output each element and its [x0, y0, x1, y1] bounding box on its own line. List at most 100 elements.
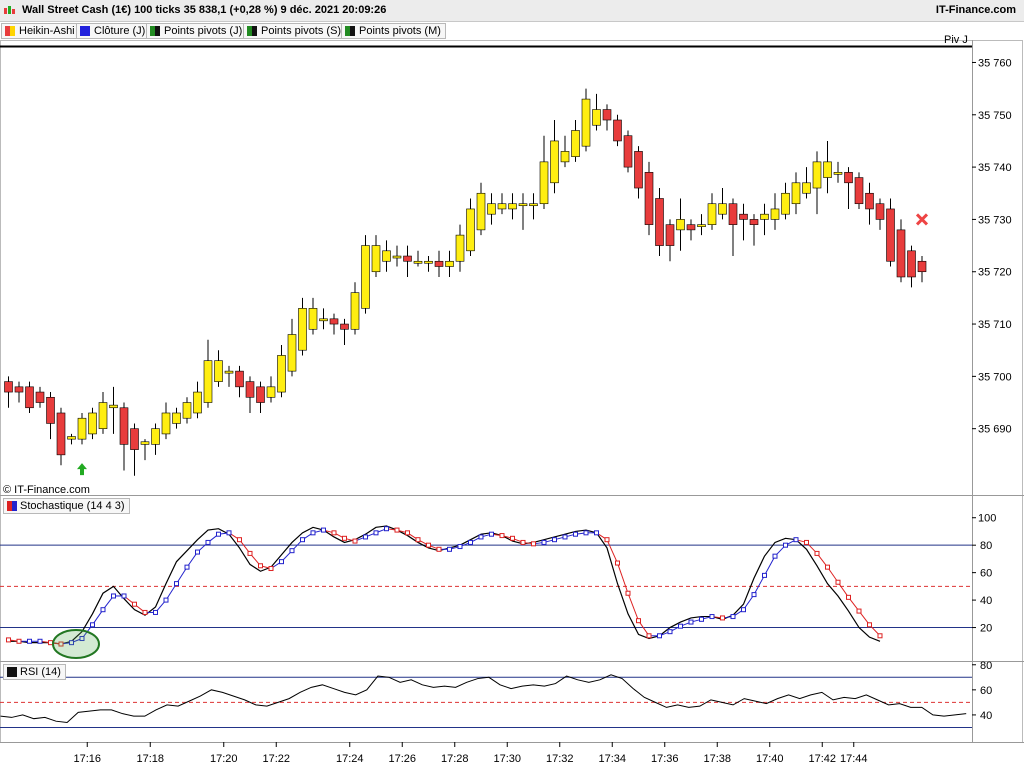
heikin-ashi-candle — [98, 402, 108, 429]
legend-close-daily[interactable]: Clôture (J) — [76, 23, 151, 39]
heikin-ashi-candle — [67, 436, 76, 440]
rsi-swatch-icon — [7, 667, 17, 677]
rsi-title: RSI (14) — [20, 666, 61, 678]
heikin-ashi-candle — [623, 135, 633, 168]
heikin-ashi-candle — [791, 182, 801, 205]
heikin-ashi-candle — [676, 219, 685, 231]
heikin-ashi-candle — [340, 323, 349, 330]
time-tick-label: 17:26 — [388, 753, 416, 765]
stochastic-d-point — [153, 609, 158, 615]
stochastic-d-point — [111, 593, 116, 599]
legend-label: Points pivots (M) — [359, 25, 441, 37]
heikin-ashi-candle — [413, 260, 423, 264]
legend-label: Heikin-Ashi — [19, 25, 75, 37]
heikin-ashi-candle — [550, 140, 559, 184]
stochastic-d-point — [27, 638, 32, 644]
heikin-ashi-candle — [665, 224, 675, 246]
stochastic-d-point — [90, 622, 95, 628]
stochastic-d-point — [489, 531, 494, 537]
heikin-ashi-swatch-icon — [5, 26, 15, 36]
stochastic-d-point — [415, 537, 421, 543]
stochastic-d-point — [195, 549, 200, 555]
heikin-ashi-candle — [161, 412, 171, 435]
heikin-ashi-candle — [214, 360, 223, 382]
heikin-ashi-candle — [518, 203, 528, 207]
stochastic-d-point — [835, 579, 841, 585]
stochastic-d-point — [321, 527, 326, 533]
indicator-legend-bar: Heikin-Ashi Clôture (J) Points pivots (J… — [0, 22, 1024, 40]
stochastic-title: Stochastique (14 4 3) — [20, 500, 125, 512]
heikin-ashi-candle — [392, 255, 402, 259]
heikin-ashi-candle — [350, 292, 360, 330]
stochastic-panel-label[interactable]: Stochastique (14 4 3) — [3, 498, 130, 514]
stochastic-d-point — [657, 633, 662, 639]
stochastic-d-point — [310, 530, 316, 536]
stochastic-d-point — [772, 553, 778, 559]
heikin-ashi-candle — [602, 109, 612, 121]
legend-label: Points pivots (S) — [261, 25, 342, 37]
heikin-ashi-candle — [287, 334, 297, 372]
heikin-ashi-candle — [466, 208, 475, 252]
sell-signal-cross-icon — [915, 213, 929, 226]
heikin-ashi-candle — [760, 213, 769, 220]
stochastic-d-point — [142, 609, 148, 615]
heikin-ashi-candle — [382, 250, 391, 262]
brand-label: IT-Finance.com — [935, 4, 1016, 16]
heikin-ashi-candle — [497, 203, 507, 210]
window-title: Wall Street Cash (1€) 100 ticks 35 838,1… — [22, 4, 387, 16]
heikin-ashi-candle — [581, 98, 591, 147]
stochastic-tick-label: 20 — [980, 623, 992, 635]
price-tick-label: 35 760 — [978, 57, 1012, 69]
rsi-tick-label: 80 — [980, 660, 992, 672]
stochastic-tick-label: 80 — [980, 540, 992, 552]
heikin-ashi-candle — [298, 308, 307, 351]
legend-pivots-monthly[interactable]: Points pivots (M) — [341, 23, 446, 39]
stochastic-d-point — [856, 608, 862, 614]
heikin-ashi-candle — [896, 229, 906, 278]
time-tick-label: 17:40 — [756, 753, 784, 765]
heikin-ashi-candle — [245, 381, 255, 398]
heikin-ashi-candle — [508, 203, 517, 210]
heikin-ashi-candle — [140, 441, 150, 445]
heikin-ashi-candle — [833, 172, 843, 175]
stochastic-tick-label: 40 — [980, 595, 992, 607]
stochastic-d-point — [436, 546, 442, 552]
heikin-ashi-candle — [424, 260, 433, 264]
stochastic-d-point — [804, 539, 809, 545]
heikin-ashi-candle — [886, 208, 895, 262]
heikin-ashi-candle — [256, 386, 265, 403]
stochastic-d-point — [205, 539, 211, 545]
stochastic-d-point — [258, 563, 263, 569]
stochastic-d-point — [636, 618, 641, 624]
time-tick-label: 17:36 — [651, 753, 679, 765]
legend-heikin-ashi[interactable]: Heikin-Ashi — [1, 23, 80, 39]
stochastic-d-point — [783, 542, 788, 548]
heikin-ashi-candle — [718, 203, 727, 215]
stochastic-d-point — [846, 594, 851, 600]
heikin-ashi-candle — [224, 370, 234, 374]
price-tick-label: 35 700 — [978, 371, 1012, 383]
stochastic-d-point — [48, 640, 53, 646]
heikin-ashi-candle — [739, 213, 748, 220]
heikin-ashi-candle — [109, 404, 118, 409]
stochastic-d-point — [709, 614, 715, 620]
stochastic-d-point — [478, 534, 484, 540]
heikin-ashi-candle — [728, 203, 738, 225]
legend-label: Points pivots (J) — [164, 25, 243, 37]
time-tick-label: 17:34 — [598, 753, 626, 765]
heikin-ashi-candle — [560, 151, 570, 163]
stochastic-d-point — [625, 590, 631, 596]
rsi-tick-label: 40 — [980, 710, 992, 722]
stochastic-d-point — [583, 530, 589, 536]
heikin-ashi-candle — [655, 198, 664, 246]
legend-pivots-weekly[interactable]: Points pivots (S) — [243, 23, 347, 39]
stochastic-d-point — [468, 539, 473, 545]
heikin-ashi-candle — [434, 260, 444, 267]
stochastic-d-point — [268, 566, 274, 572]
rsi-panel-label[interactable]: RSI (14) — [3, 664, 66, 680]
legend-pivots-daily[interactable]: Points pivots (J) — [146, 23, 248, 39]
heikin-ashi-candle — [844, 172, 853, 184]
price-tick-label: 35 740 — [978, 162, 1012, 174]
heikin-ashi-candle — [4, 381, 13, 393]
stochastic-d-point — [363, 534, 368, 540]
